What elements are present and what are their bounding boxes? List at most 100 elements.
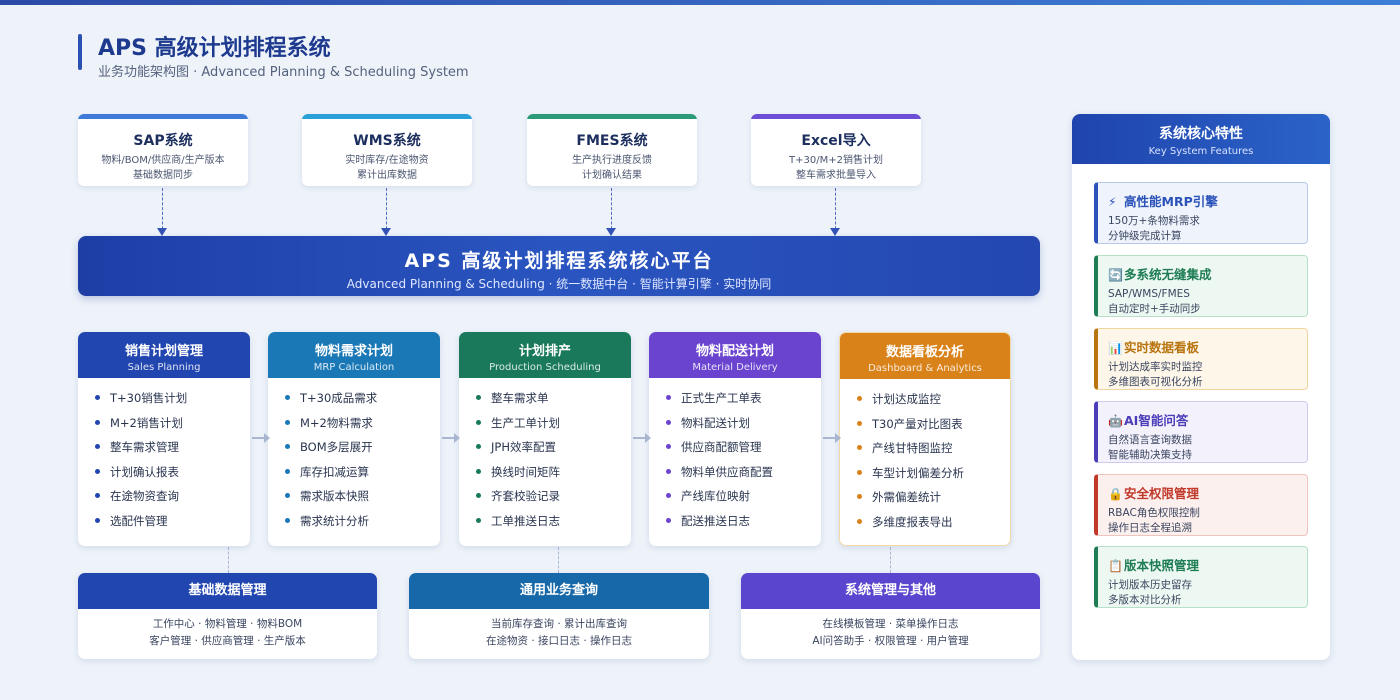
arrow-right-icon [442,433,460,443]
source-desc: 基础数据同步 [133,170,193,181]
source-name: Excel导入 [801,133,871,149]
arrow-down-icon [830,188,840,236]
module-subtitle: MRP Calculation [313,362,395,373]
module-item: 多维度报表导出 [840,514,1010,539]
arrow-right-icon [633,433,651,443]
chart-icon: 📊 [1108,341,1123,355]
lock-icon: 🔒 [1108,487,1123,501]
group-desc: 在线模板管理 · 菜单操作日志 [822,618,959,630]
module-item: 换线时间矩阵 [459,464,631,489]
module-card: 销售计划管理 Sales Planning T+30销售计划 M+2销售计划 整车需求管… [78,332,250,546]
group-desc: 工作中心 · 物料管理 · 物料BOM [152,618,303,630]
module-item-list: T+30销售计划 M+2销售计划 整车需求管理 计划确认报表 在途物资查询 选配件管理 [78,390,250,537]
feature-title-row: 📊实时数据看板 [1108,337,1307,356]
module-item: 正式生产工单表 [649,390,821,415]
feature-desc: 计划达成率实时监控 [1108,361,1203,373]
module-card: 数据看板分析 Dashboard & Analytics 计划达成监控 T30产量对比… [839,332,1011,546]
module-item: 整车需求单 [459,390,631,415]
module-header: 物料需求计划 MRP Calculation [268,332,440,378]
module-item: 配送推送日志 [649,513,821,538]
feature-card: 🔒安全权限管理 RBAC角色权限控制 操作日志全程追溯 [1094,474,1308,536]
feature-desc: 多维图表可视化分析 [1108,376,1203,388]
connector-line [228,547,229,573]
source-desc: 累计出库数据 [357,170,417,181]
module-subtitle: Sales Planning [127,362,201,373]
sync-icon: 🔄 [1108,268,1123,282]
group-desc: 在途物资 · 接口日志 · 操作日志 [485,635,633,647]
feature-title-row: 🔒安全权限管理 [1108,483,1307,502]
module-item: 库存扣减运算 [268,464,440,489]
feature-title-row: 🤖AI智能问答 [1108,410,1307,429]
feature-desc: 计划版本历史留存 [1108,579,1192,591]
source-name: WMS系统 [353,133,421,149]
feature-desc: SAP/WMS/FMES [1108,288,1190,300]
feature-card: 📊实时数据看板计划达成率实时监控 多维图表可视化分析 [1094,328,1308,390]
module-item-list: T+30成品需求 M+2物料需求 BOM多层展开 库存扣减运算 需求版本快照 需求统计分析 [268,390,440,537]
module-title: 物料配送计划 [695,344,774,359]
group-desc: 客户管理 · 供应商管理 · 生产版本 [149,635,306,647]
module-item: T30产量对比图表 [840,416,1010,441]
feature-title-row: ⚡ 高性能MRP引擎 [1108,191,1307,210]
feature-title-row: 🔄多系统无缝集成 [1108,264,1307,283]
feature-desc: 分钟级完成计算 [1108,230,1182,242]
core-subtitle: Advanced Planning & Scheduling · 统一数据中台 … [346,277,772,291]
feature-desc: 150万+条物料需求 [1108,215,1200,227]
module-item: 物料配送计划 [649,415,821,440]
module-subtitle: Dashboard & Analytics [868,363,982,374]
feature-card: 📋版本快照管理 计划版本历史留存 多版本对比分析 [1094,546,1308,608]
arrow-down-icon [381,188,391,236]
module-item: M+2销售计划 [78,415,250,440]
module-item: 工单推送日志 [459,513,631,538]
features-panel-title: 系统核心特性 [1159,126,1243,142]
feature-desc: 操作日志全程追溯 [1108,522,1192,534]
module-item: 在途物资查询 [78,488,250,513]
arrow-down-icon [157,188,167,236]
module-item: 计划确认报表 [78,464,250,489]
group-title: 基础数据管理 [78,573,377,609]
feature-title: AI智能问答 [1124,413,1189,428]
module-item: 计划达成监控 [840,391,1010,416]
module-item: 整车需求管理 [78,439,250,464]
source-desc: 实时库存/在途物资 [345,155,429,166]
module-item: 供应商配额管理 [649,439,821,464]
module-title: 计划排产 [518,344,571,359]
feature-title: 多系统无缝集成 [1124,267,1212,282]
support-group-card: 基础数据管理工作中心 · 物料管理 · 物料BOM 客户管理 · 供应商管理 · … [78,573,377,659]
feature-desc: 自动定时+手动同步 [1108,303,1201,315]
source-cap [302,114,472,119]
feature-title: 实时数据看板 [1124,340,1200,355]
arrow-down-icon [606,188,616,236]
page-title: APS 高级计划排程系统 [98,36,331,61]
module-item: 车型计划偏差分析 [840,465,1010,490]
module-subtitle: Production Scheduling [489,362,601,373]
support-group-card: 系统管理与其他 在线模板管理 · 菜单操作日志 AI问答助手 · 权限管理 · 用户… [741,573,1040,659]
source-desc: T+30/M+2销售计划 [789,155,883,166]
module-item-list: 整车需求单 生产工单计划 JPH效率配置 换线时间矩阵 齐套校验记录 工单推送日志 [459,390,631,537]
group-desc: 当前库存查询 · 累计出库查询 [490,618,627,630]
feature-card: 🔄多系统无缝集成 SAP/WMS/FMES 自动定时+手动同步 [1094,255,1308,317]
feature-card: 🤖AI智能问答 自然语言查询数据 智能辅助决策支持 [1094,401,1308,463]
module-title: 物料需求计划 [314,344,393,359]
core-platform: APS 高级计划排程系统核心平台 Advanced Planning & Sch… [78,236,1040,296]
feature-desc: RBAC角色权限控制 [1108,507,1200,519]
features-panel-subtitle: Key System Features [1148,146,1254,157]
feature-desc: 自然语言查询数据 [1108,434,1192,446]
source-desc: 物料/BOM/供应商/生产版本 [101,155,225,166]
source-cap [78,114,248,119]
lightning-icon: ⚡ [1108,195,1117,209]
feature-title: 高性能MRP引擎 [1124,194,1218,209]
source-desc: 生产执行进度反馈 [572,155,652,166]
module-item-list: 正式生产工单表 物料配送计划 供应商配额管理 物料单供应商配置 产线库位映射 配送推送日志 [649,390,821,537]
source-desc: 计划确认结果 [582,170,642,181]
module-header: 数据看板分析 Dashboard & Analytics [840,333,1010,379]
feature-title: 版本快照管理 [1124,558,1200,573]
source-name: SAP系统 [133,133,193,149]
features-panel-header: 系统核心特性 Key System Features [1072,114,1330,164]
module-item: 产线甘特图监控 [840,440,1010,465]
connector-line [558,547,559,573]
source-card-excel: Excel导入 T+30/M+2销售计划 整车需求批量导入 [751,114,921,186]
connector-line [890,547,891,573]
module-item: 外需偏差统计 [840,489,1010,514]
source-cap [751,114,921,119]
module-item: 选配件管理 [78,513,250,538]
